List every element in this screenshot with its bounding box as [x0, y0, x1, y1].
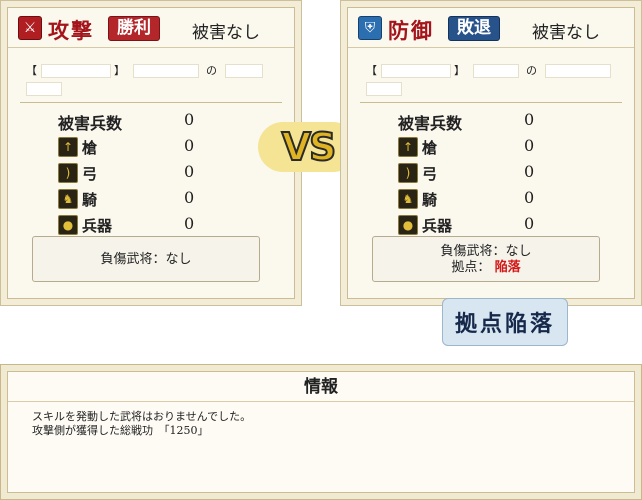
- defender-total-label: 被害兵数: [398, 114, 463, 133]
- horse-icon: ♞: [58, 189, 78, 209]
- attacker-info-row: 【 】 の: [26, 62, 282, 96]
- defender-unit-horse: ♞ 騎: [398, 188, 437, 210]
- base-fallen-banner: 拠点陥落: [442, 298, 568, 346]
- attacker-unit-horse: ♞ 騎: [58, 188, 97, 210]
- unit-value: 0: [524, 188, 535, 207]
- attacker-info-close: 】: [114, 64, 125, 77]
- defender-divider: [360, 102, 622, 103]
- defender-base-label: 拠点：: [451, 260, 491, 275]
- defender-damage-status: 被害なし: [532, 23, 600, 43]
- attacker-side-label: 攻撃: [48, 18, 94, 43]
- redacted-field: [472, 64, 519, 78]
- unit-label: 騎: [82, 190, 98, 209]
- attacker-damage-status: 被害なし: [192, 23, 260, 43]
- attacker-summary-box: 負傷武将：なし: [32, 236, 260, 282]
- bow-icon: ): [398, 163, 418, 183]
- defender-info-of: の: [526, 64, 537, 77]
- redacted-field: [224, 64, 263, 78]
- attacker-unit-spear: ↑ 槍: [58, 136, 97, 158]
- spear-icon: ↑: [58, 137, 78, 157]
- defender-unit-bow: ) 弓: [398, 162, 437, 184]
- unit-value: 0: [184, 188, 195, 207]
- defender-result-badge: 敗退: [448, 16, 500, 41]
- unit-label: 弓: [82, 164, 98, 183]
- defender-injured-label: 負傷武将：なし: [440, 244, 532, 259]
- defender-unit-weapon: ● 兵器: [398, 214, 452, 236]
- helmet-icon: ⛨: [358, 16, 382, 40]
- unit-value: 0: [524, 162, 535, 181]
- redacted-field: [40, 64, 111, 78]
- spear-icon: ↑: [398, 137, 418, 157]
- unit-label: 兵器: [422, 216, 453, 235]
- unit-value: 0: [184, 214, 195, 233]
- unit-value: 0: [524, 214, 535, 233]
- redacted-field: [380, 64, 451, 78]
- unit-value: 0: [184, 162, 195, 181]
- info-line: 攻撃側が獲得した総戦功 「1250」: [32, 424, 209, 437]
- defender-summary-box: 負傷武将：なし 拠点： 陥落: [372, 236, 600, 282]
- bow-icon: ): [58, 163, 78, 183]
- defender-info-row: 【 】 の: [366, 62, 622, 96]
- attacker-result-badge: 勝利: [108, 16, 160, 41]
- defender-panel-inner: ⛨ 防御 敗退 被害なし 【 】 の 被害兵数 0 ↑ 槍 0 ) 弓 0 ♞: [347, 7, 635, 299]
- horse-icon: ♞: [398, 189, 418, 209]
- defender-base-row: 拠点： 陥落: [373, 260, 599, 276]
- unit-value: 0: [184, 136, 195, 155]
- crossed-swords-icon: ⚔: [18, 16, 42, 40]
- info-title: 情報: [8, 372, 634, 402]
- attacker-info-of: の: [206, 64, 217, 77]
- attacker-unit-bow: ) 弓: [58, 162, 97, 184]
- defender-unit-spear: ↑ 槍: [398, 136, 437, 158]
- unit-label: 騎: [422, 190, 438, 209]
- defender-header: ⛨ 防御 敗退 被害なし: [348, 8, 634, 48]
- unit-value: 0: [524, 136, 535, 155]
- info-lines: スキルを発動した武将はおりませんでした。 攻撃側が獲得した総戦功 「1250」: [32, 410, 251, 438]
- attacker-panel: ⚔ 攻撃 勝利 被害なし 【 】 の 被害兵数 0 ↑ 槍 0 ) 弓 0 ♞: [0, 0, 302, 306]
- defender-base-status: 陥落: [494, 260, 521, 275]
- defender-side-label: 防御: [388, 18, 434, 43]
- info-line: スキルを発動した武将はおりませんでした。: [32, 410, 252, 423]
- unit-label: 槍: [422, 138, 438, 157]
- defender-total-value: 0: [524, 110, 535, 129]
- attacker-total-label: 被害兵数: [58, 114, 123, 133]
- redacted-field: [544, 64, 611, 78]
- attacker-info-open: 【: [26, 64, 37, 77]
- defender-info-close: 】: [454, 64, 465, 77]
- unit-label: 兵器: [82, 216, 113, 235]
- redacted-field: [366, 82, 402, 96]
- unit-label: 弓: [422, 164, 438, 183]
- info-panel-inner: 情報 スキルを発動した武将はおりませんでした。 攻撃側が獲得した総戦功 「125…: [7, 371, 635, 493]
- unit-label: 槍: [82, 138, 98, 157]
- attacker-total-value: 0: [184, 110, 195, 129]
- attacker-panel-inner: ⚔ 攻撃 勝利 被害なし 【 】 の 被害兵数 0 ↑ 槍 0 ) 弓 0 ♞: [7, 7, 295, 299]
- info-panel: 情報 スキルを発動した武将はおりませんでした。 攻撃側が獲得した総戦功 「125…: [0, 364, 642, 500]
- attacker-divider: [20, 102, 282, 103]
- weapon-icon: ●: [58, 215, 78, 235]
- attacker-header: ⚔ 攻撃 勝利 被害なし: [8, 8, 294, 48]
- defender-panel: ⛨ 防御 敗退 被害なし 【 】 の 被害兵数 0 ↑ 槍 0 ) 弓 0 ♞: [340, 0, 642, 306]
- attacker-injured-label: 負傷武将：なし: [100, 252, 192, 267]
- attacker-unit-weapon: ● 兵器: [58, 214, 112, 236]
- weapon-icon: ●: [398, 215, 418, 235]
- defender-info-open: 【: [366, 64, 377, 77]
- redacted-field: [26, 82, 62, 96]
- redacted-field: [132, 64, 199, 78]
